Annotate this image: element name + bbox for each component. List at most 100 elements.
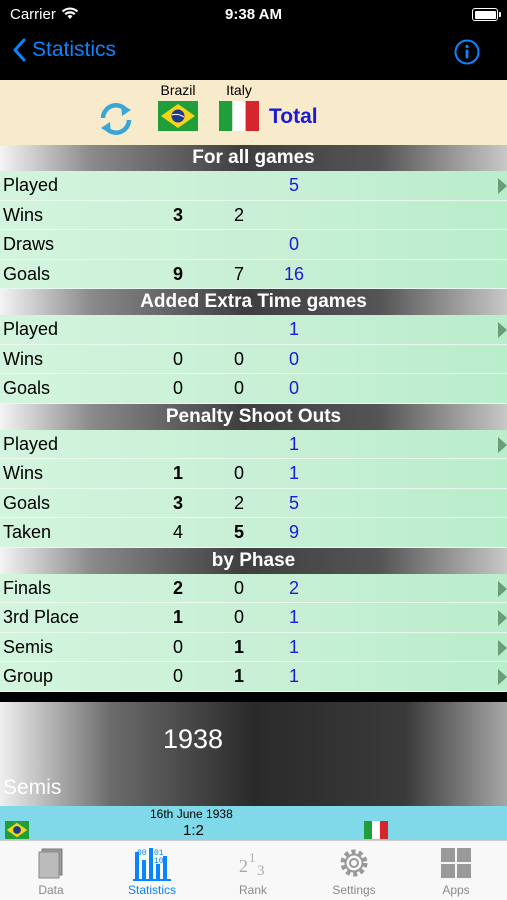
brazil-value: 0 <box>172 666 183 686</box>
italy-value: 0 <box>233 348 244 369</box>
tab-apps[interactable]: Apps <box>416 843 496 897</box>
section-header: Penalty Shoot Outs <box>0 403 507 430</box>
tab-statistics-label: Statistics <box>127 883 176 897</box>
disclosure-arrow-icon[interactable] <box>498 610 507 626</box>
total-value: 5 <box>288 492 299 513</box>
stat-row[interactable]: Played 1 <box>0 429 507 459</box>
total-value: 5 <box>288 175 299 195</box>
section-header: by Phase <box>0 547 507 574</box>
stat-row: Goals 0 0 0 <box>0 374 507 404</box>
tab-settings-label: Settings <box>332 883 376 897</box>
tab-statistics[interactable]: 00 01 10 Statistics <box>112 843 192 897</box>
detail-phase: Semis <box>3 776 62 799</box>
stat-label: Goals <box>3 378 51 398</box>
svg-text:10: 10 <box>154 857 164 866</box>
brazil-value: 0 <box>172 378 183 398</box>
refresh-icon[interactable] <box>97 102 135 136</box>
stat-row: Taken 4 5 9 <box>0 518 507 548</box>
italy-value: 2 <box>233 492 244 513</box>
stat-row[interactable]: Group 0 1 1 <box>0 662 507 692</box>
stat-label: Finals <box>3 577 52 598</box>
tab-settings[interactable]: Settings <box>314 843 394 897</box>
stat-label: 3rd Place <box>3 607 80 627</box>
tab-data[interactable]: Data <box>11 843 91 897</box>
disclosure-arrow-icon[interactable] <box>498 178 507 194</box>
section-header: Added Extra Time games <box>0 289 507 315</box>
rank-icon: 2 13 <box>239 850 265 878</box>
stat-row: Wins 3 2 <box>0 200 507 230</box>
italy-value: 5 <box>233 522 244 542</box>
stat-row: Goals 9 7 16 <box>0 259 507 289</box>
stat-row[interactable]: Semis 0 1 1 <box>0 632 507 662</box>
team-italy-label: Italy <box>226 82 252 98</box>
brazil-value: 3 <box>172 204 183 225</box>
data-icon <box>38 848 63 879</box>
stat-label: Played <box>3 175 59 195</box>
italy-value: 0 <box>233 378 244 398</box>
team-brazil-label: Brazil <box>160 82 196 98</box>
clock: 9:38 AM <box>225 6 282 23</box>
italy-value: 0 <box>233 577 244 598</box>
disclosure-arrow-icon[interactable] <box>498 580 507 597</box>
stat-row[interactable]: Played 5 <box>0 171 507 201</box>
apps-icon <box>441 848 471 878</box>
stat-row[interactable]: 3rd Place 1 0 1 <box>0 603 507 633</box>
italy-flag-icon <box>364 821 388 839</box>
italy-value: 0 <box>233 463 244 483</box>
detail-year: 1938 <box>163 724 224 754</box>
total-value: 1 <box>288 433 299 454</box>
detail-header: 1938 Semis <box>0 702 507 806</box>
team-header: Brazil Italy Total <box>0 80 507 145</box>
total-value: 0 <box>288 234 299 254</box>
disclosure-arrow-icon[interactable] <box>498 639 507 656</box>
stat-row: Wins 1 0 1 <box>0 459 507 489</box>
stat-row[interactable]: Played 1 <box>0 315 507 345</box>
disclosure-arrow-icon[interactable] <box>498 436 507 453</box>
back-button[interactable]: Statistics <box>12 38 116 62</box>
brazil-value: 4 <box>172 522 183 542</box>
svg-text:1: 1 <box>249 850 256 865</box>
stat-label: Draws <box>3 234 55 254</box>
stat-label: Group <box>3 666 54 686</box>
match-date: 16th June 1938 <box>150 807 233 821</box>
info-icon[interactable] <box>454 39 480 65</box>
brazil-flag-icon <box>5 821 29 839</box>
navigation-bar: Statistics <box>0 30 507 80</box>
battery-icon <box>472 8 501 21</box>
tab-data-label: Data <box>38 883 64 897</box>
svg-text:3: 3 <box>257 863 265 878</box>
gear-icon <box>340 849 368 877</box>
stat-label: Wins <box>3 463 43 483</box>
stat-label: Played <box>3 319 59 339</box>
stat-row: Draws 0 <box>0 230 507 260</box>
total-value: 1 <box>288 666 299 686</box>
stat-row[interactable]: Finals 2 0 2 <box>0 573 507 603</box>
total-value: 1 <box>288 636 299 657</box>
disclosure-arrow-icon[interactable] <box>498 669 507 685</box>
match-score: 1:2 <box>183 822 204 839</box>
stat-row: Wins 0 0 0 <box>0 344 507 374</box>
statistics-icon: 00 0110 <box>133 848 171 881</box>
tab-rank[interactable]: 213 Rank <box>213 843 293 897</box>
match-row[interactable]: 16th June 1938 1:2 <box>0 806 507 840</box>
brazil-value: 0 <box>172 348 183 369</box>
total-column-label: Total <box>269 105 318 128</box>
stat-row: Goals 3 2 5 <box>0 488 507 518</box>
tab-rank-label: Rank <box>238 883 267 897</box>
brazil-value: 2 <box>172 577 183 598</box>
statistics-table: For all games Played 5 Wins 3 2 Draws 0 Goals 9 7 1… <box>0 145 507 692</box>
italy-value: 1 <box>233 636 244 657</box>
total-value: 16 <box>283 263 305 284</box>
brazil-value: 1 <box>172 607 183 627</box>
brazil-value: 9 <box>172 263 183 284</box>
brazil-value: 1 <box>172 463 183 483</box>
team-brazil: Brazil <box>156 82 200 134</box>
tab-apps-label: Apps <box>442 883 470 897</box>
italy-flag-icon <box>219 101 259 131</box>
svg-text:00: 00 <box>137 849 147 858</box>
total-value: 2 <box>288 577 299 598</box>
italy-value: 2 <box>233 204 244 225</box>
disclosure-arrow-icon[interactable] <box>498 322 507 338</box>
total-value: 1 <box>288 319 299 339</box>
chevron-left-icon <box>13 38 26 62</box>
